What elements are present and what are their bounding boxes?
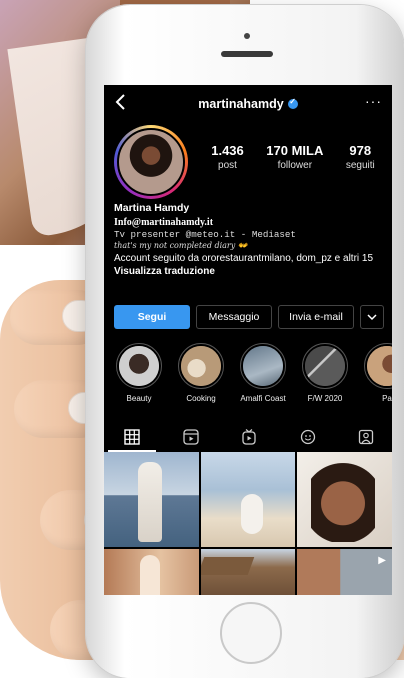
highlight-beauty-cover xyxy=(116,343,162,389)
tab-igtv[interactable] xyxy=(238,426,260,448)
email-button[interactable]: Invia e-mail xyxy=(278,305,354,329)
igtv-icon xyxy=(242,429,256,445)
grid-post-3[interactable] xyxy=(297,452,392,547)
message-button[interactable]: Messaggio xyxy=(196,305,272,329)
highlight-label: Pa xyxy=(382,394,392,403)
stat-following[interactable]: 978 seguiti xyxy=(346,143,375,171)
post-grid: ▶ xyxy=(104,452,392,595)
highlight-amalfi[interactable]: Amalfi Coast xyxy=(236,343,290,403)
bio-name: Martina Hamdy xyxy=(114,202,190,214)
highlight-label: F/W 2020 xyxy=(307,394,343,403)
highlight-cooking[interactable]: Cooking xyxy=(174,343,228,403)
tab-tagged[interactable] xyxy=(355,426,377,448)
grid-post-4[interactable] xyxy=(104,549,199,595)
post-figure xyxy=(138,462,162,542)
more-options-icon[interactable]: ··· xyxy=(365,93,382,109)
username-text: martinahamdy xyxy=(198,97,284,111)
stat-posts[interactable]: 1.436 post xyxy=(211,143,244,171)
profile-avatar-ring[interactable] xyxy=(114,125,188,199)
grid-post-1[interactable] xyxy=(104,452,199,547)
bio-followed-by[interactable]: Account seguito da ororestaurantmilano, … xyxy=(114,252,386,265)
grid-post-2[interactable] xyxy=(201,452,295,547)
tab-guides[interactable] xyxy=(297,426,319,448)
highlight-label: Beauty xyxy=(126,394,152,403)
profile-username: martinahamdy xyxy=(104,97,392,111)
home-button[interactable] xyxy=(220,602,282,664)
profile-tabs xyxy=(104,422,392,452)
tab-reels[interactable] xyxy=(180,426,202,448)
front-camera xyxy=(244,33,250,39)
bio-diary: that's my not completed diary 👐 xyxy=(114,241,386,252)
highlight-pa[interactable]: Pa xyxy=(360,343,392,403)
profile-stats: 1.436 post 170 MILA follower 978 seguiti xyxy=(200,143,386,171)
profile-actions: Segui Messaggio Invia e-mail xyxy=(114,305,384,329)
story-highlights: Beauty Cooking Amalfi Coast F/W 2020 Pa xyxy=(112,343,392,413)
chevron-down-icon xyxy=(367,314,377,321)
post-figure xyxy=(241,494,263,534)
highlight-label: Amalfi Coast xyxy=(240,394,286,403)
phone-screen: martinahamdy ··· 1.436 post 170 MILA fol… xyxy=(104,85,392,595)
verified-badge-icon xyxy=(287,97,298,109)
hand-emoji-icon: 👐 xyxy=(237,241,248,251)
highlight-amalfi-cover xyxy=(240,343,286,389)
bio-translate-link[interactable]: Visualizza traduzione xyxy=(114,265,386,278)
highlight-beauty[interactable]: Beauty xyxy=(112,343,166,403)
highlight-pa-cover xyxy=(364,343,392,389)
top-bar: martinahamdy ··· xyxy=(104,85,392,121)
tab-grid[interactable] xyxy=(121,426,143,448)
grid-icon xyxy=(124,429,140,445)
stat-followers[interactable]: 170 MILA follower xyxy=(266,143,323,171)
avatar[interactable] xyxy=(117,128,185,196)
highlight-label: Cooking xyxy=(186,394,216,403)
stat-following-label: seguiti xyxy=(345,160,375,171)
highlight-cooking-cover xyxy=(178,343,224,389)
more-suggestions-button[interactable] xyxy=(360,305,384,329)
bio-diary-text: that's my not completed diary xyxy=(114,241,236,251)
highlight-fw2020[interactable]: F/W 2020 xyxy=(298,343,352,403)
follow-button[interactable]: Segui xyxy=(114,305,190,329)
stat-posts-label: post xyxy=(218,160,237,171)
profile-bio: Martina Hamdy Info@martinahamdy.it Tv pr… xyxy=(114,202,386,278)
grid-post-5[interactable] xyxy=(201,549,295,595)
earpiece-speaker xyxy=(221,51,273,57)
stat-followers-label: follower xyxy=(277,160,313,171)
stat-following-value: 978 xyxy=(349,143,372,158)
guides-icon xyxy=(300,429,316,445)
bio-job: Tv presenter @meteo.it - Mediaset xyxy=(114,229,296,241)
stat-followers-value: 170 MILA xyxy=(266,143,324,158)
post-face xyxy=(311,456,375,542)
highlight-fw2020-cover xyxy=(302,343,348,389)
post-figure xyxy=(140,555,160,595)
post-hut-roof xyxy=(201,557,255,575)
video-play-icon: ▶ xyxy=(378,555,386,566)
grid-post-6[interactable]: ▶ xyxy=(297,549,392,595)
tagged-icon xyxy=(358,429,374,445)
bio-email[interactable]: Info@martinahamdy.it xyxy=(114,216,386,229)
reels-icon xyxy=(183,429,199,445)
stat-posts-value: 1.436 xyxy=(211,143,244,158)
